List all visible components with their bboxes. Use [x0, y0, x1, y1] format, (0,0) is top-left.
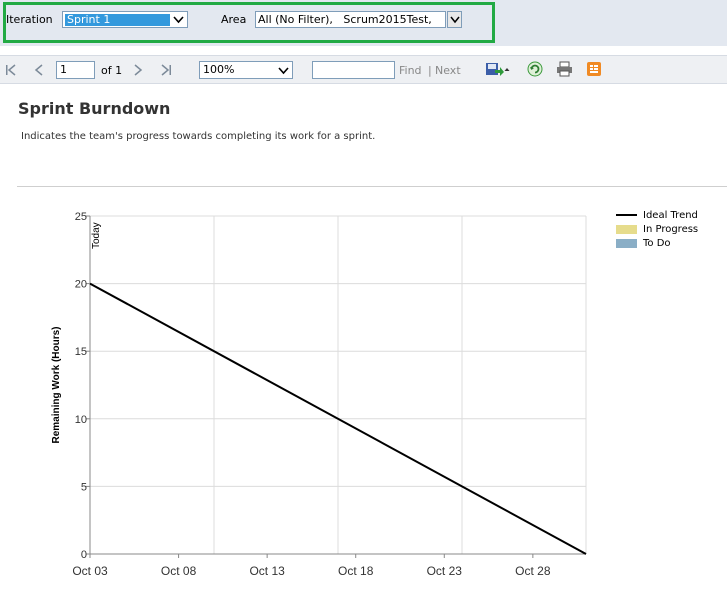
- x-tick-label: Oct 23: [427, 564, 463, 578]
- x-tick-label: Oct 18: [338, 564, 374, 578]
- legend-label-in-progress: In Progress: [643, 224, 699, 235]
- legend-label-ideal-trend: Ideal Trend: [643, 210, 698, 221]
- today-marker-label: Today: [91, 222, 102, 249]
- legend-swatch-to-do: [616, 239, 637, 248]
- x-tick-label: Oct 03: [72, 564, 108, 578]
- y-axis-title: Remaining Work (Hours): [51, 326, 62, 443]
- y-tick-label: 15: [75, 346, 87, 358]
- x-tick-label: Oct 28: [515, 564, 551, 578]
- legend-label-to-do: To Do: [643, 238, 671, 249]
- y-tick-label: 25: [75, 211, 87, 223]
- legend-swatch-in-progress: [616, 225, 637, 234]
- burndown-chart: 0 5 10 15 20 25 Oct 03 Oct 08 Oct 13 Oct 18 Oct 23…: [51, 211, 587, 578]
- x-tick-label: Oct 08: [161, 564, 197, 578]
- y-tick-label: 10: [75, 414, 87, 426]
- y-tick-label: 20: [75, 279, 87, 291]
- y-tick-label: 5: [81, 481, 87, 493]
- y-tick-label: 0: [81, 549, 87, 561]
- legend-swatch-ideal-trend: [616, 214, 637, 216]
- x-tick-label: Oct 13: [249, 564, 285, 578]
